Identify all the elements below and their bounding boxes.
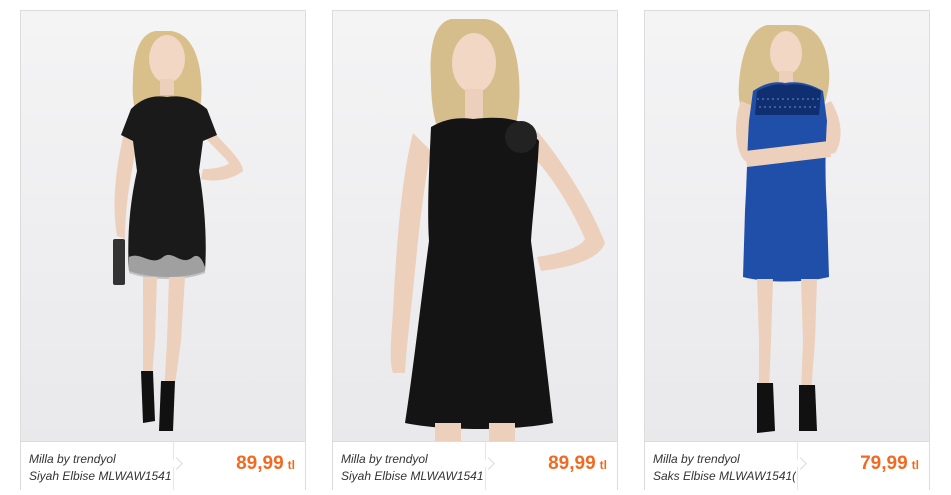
product-image[interactable] (333, 11, 617, 441)
product-price: 79,99 tl (860, 453, 919, 475)
price-amount: 89,99 (548, 453, 596, 474)
product-info: Milla by trendyol Siyah Elbise MLWAW1541… (333, 441, 617, 490)
price-currency: tl (911, 458, 919, 472)
product-price: 89,99 tl (236, 453, 295, 475)
product-card[interactable]: Milla by trendyol Saks Elbise MLWAW1541(… (644, 10, 930, 490)
dress-shape (121, 96, 217, 277)
product-price: 89,99 tl (548, 453, 607, 475)
price-currency: tl (287, 458, 295, 472)
product-info: Milla by trendyol Saks Elbise MLWAW1541(… (645, 441, 929, 490)
product-title[interactable]: Siyah Elbise MLWAW1541 (29, 469, 172, 483)
product-card[interactable]: Milla by trendyol Siyah Elbise MLWAW1541… (20, 10, 306, 490)
product-title[interactable]: Siyah Elbise MLWAW1541 (341, 469, 484, 483)
product-card[interactable]: Milla by trendyol Siyah Elbise MLWAW1541… (332, 10, 618, 490)
price-amount: 79,99 (860, 453, 908, 474)
product-brand[interactable]: Milla by trendyol (341, 452, 428, 466)
product-brand[interactable]: Milla by trendyol (653, 452, 740, 466)
product-image[interactable] (645, 11, 929, 441)
price-amount: 89,99 (236, 453, 284, 474)
price-currency: tl (599, 458, 607, 472)
product-info: Milla by trendyol Siyah Elbise MLWAW1541… (21, 441, 305, 490)
product-image[interactable] (21, 11, 305, 441)
product-brand[interactable]: Milla by trendyol (29, 452, 116, 466)
product-title[interactable]: Saks Elbise MLWAW1541( (653, 469, 796, 483)
